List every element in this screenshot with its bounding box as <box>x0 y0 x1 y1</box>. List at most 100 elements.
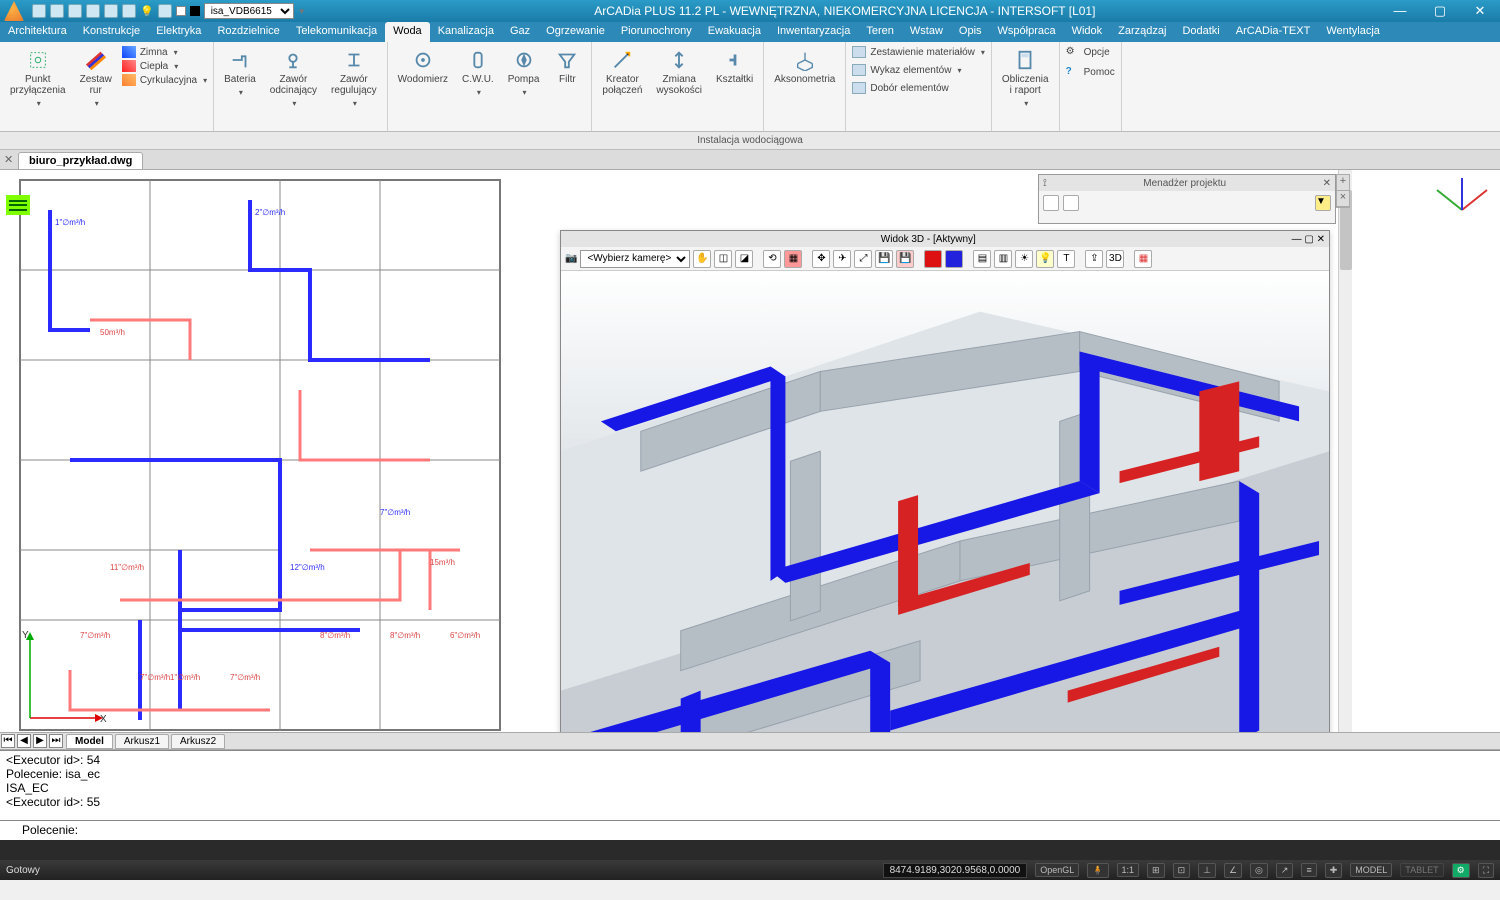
vtb-bulb-icon[interactable]: 💡 <box>1036 250 1054 268</box>
tab-inwentaryzacja[interactable]: Inwentaryzacja <box>769 22 858 42</box>
wodomierz-button[interactable]: Wodomierz <box>394 46 452 100</box>
view3d-max-icon[interactable]: ▢ <box>1304 234 1313 245</box>
pipe-ciepla-button[interactable]: Ciepła▾ <box>122 60 207 72</box>
zawor-regulujacy-button[interactable]: Zawór regulujący▾ <box>327 46 381 111</box>
vtb-text-icon[interactable]: T <box>1057 250 1075 268</box>
zmiana-wysokosci-button[interactable]: Zmiana wysokości <box>652 46 706 98</box>
opcje-button[interactable]: ⚙Opcje <box>1066 46 1115 58</box>
status-grid-icon[interactable]: ⊞ <box>1147 863 1165 878</box>
status-track-icon[interactable]: ↗ <box>1276 863 1294 878</box>
aksonometria-button[interactable]: Aksonometria <box>770 46 839 87</box>
wykaz-elementow-button[interactable]: Wykaz elementów▾ <box>852 64 985 76</box>
status-ortho-icon[interactable]: ⊥ <box>1198 863 1216 878</box>
status-scale[interactable]: 1:1 <box>1117 863 1140 877</box>
tab-teren[interactable]: Teren <box>858 22 902 42</box>
cwu-button[interactable]: C.W.U.▾ <box>458 46 498 100</box>
strip-x-icon[interactable]: × <box>1337 191 1349 207</box>
view-menu-icon[interactable] <box>6 195 30 215</box>
layer-select[interactable]: isa_VDB6615 <box>204 3 294 19</box>
vtb-save-icon[interactable]: 💾 <box>875 250 893 268</box>
maximize-button[interactable]: ▢ <box>1420 0 1460 22</box>
status-polar-icon[interactable]: ∠ <box>1224 863 1242 878</box>
obliczenia-raport-button[interactable]: Obliczenia i raport▾ <box>998 46 1053 111</box>
view3d-min-icon[interactable]: — <box>1292 234 1302 245</box>
zawor-odcinajacy-button[interactable]: Zawór odcinający▾ <box>266 46 321 111</box>
vtb-savecolor-icon[interactable]: 💾 <box>896 250 914 268</box>
qat-print-icon[interactable] <box>86 4 100 18</box>
tab-arcadia-text[interactable]: ArCADia-TEXT <box>1228 22 1319 42</box>
tab-kanalizacja[interactable]: Kanalizacja <box>430 22 502 42</box>
status-model-button[interactable]: MODEL <box>1350 863 1392 877</box>
vtb-pan-icon[interactable]: ✥ <box>812 250 830 268</box>
tab-ogrzewanie[interactable]: Ogrzewanie <box>538 22 613 42</box>
tab-telekomunikacja[interactable]: Telekomunikacja <box>288 22 385 42</box>
status-snap-icon[interactable]: ⊡ <box>1173 863 1191 878</box>
status-opengl[interactable]: OpenGL <box>1035 863 1079 877</box>
kreator-polaczen-button[interactable]: Kreator połączeń <box>598 46 646 98</box>
vtb-sun-icon[interactable]: ☀ <box>1015 250 1033 268</box>
ksztaltki-button[interactable]: Kształtki <box>712 46 757 98</box>
sheet-prev-icon[interactable]: ◀ <box>17 734 31 748</box>
camera-icon[interactable]: 📷 <box>565 253 577 264</box>
document-tab[interactable]: biuro_przykład.dwg <box>18 152 143 169</box>
vtb-orbit-icon[interactable]: ⟲ <box>763 250 781 268</box>
vtb-wall-icon[interactable]: ▦ <box>784 250 802 268</box>
tab-architektura[interactable]: Architektura <box>0 22 75 42</box>
vtb-grid-icon[interactable]: ▦ <box>1134 250 1152 268</box>
tab-gaz[interactable]: Gaz <box>502 22 538 42</box>
sheet-next-icon[interactable]: ▶ <box>33 734 47 748</box>
vtb-layers-icon[interactable]: ▤ <box>973 250 991 268</box>
color-white-icon[interactable] <box>176 6 186 16</box>
status-expand-icon[interactable]: ⛶ <box>1478 863 1494 878</box>
tab-widok[interactable]: Widok <box>1064 22 1111 42</box>
tab-wentylacja[interactable]: Wentylacja <box>1318 22 1388 42</box>
sheet-arkusz1-tab[interactable]: Arkusz1 <box>115 734 169 749</box>
tab-rozdzielnice[interactable]: Rozdzielnice <box>209 22 287 42</box>
vtb-cube-icon[interactable]: ◫ <box>714 250 732 268</box>
tab-zarzadzaj[interactable]: Zarządzaj <box>1110 22 1174 42</box>
vtb-layers2-icon[interactable]: ▥ <box>994 250 1012 268</box>
qat-save-icon[interactable] <box>68 4 82 18</box>
qat-layer-icon[interactable] <box>158 4 172 18</box>
bateria-button[interactable]: Bateria▾ <box>220 46 260 111</box>
sheet-last-icon[interactable]: ⏭ <box>49 734 63 748</box>
close-doc-icon[interactable]: ✕ <box>4 153 13 166</box>
view3d-close-icon[interactable]: ✕ <box>1317 234 1325 245</box>
pm-select-icon[interactable] <box>1063 195 1079 211</box>
vtb-red-icon[interactable] <box>924 250 942 268</box>
qat-dropdown-icon[interactable]: ▼ <box>298 7 306 16</box>
tab-wstaw[interactable]: Wstaw <box>902 22 951 42</box>
status-lwt-icon[interactable]: ≡ <box>1301 863 1316 877</box>
vtb-blue-icon[interactable] <box>945 250 963 268</box>
zestawienie-materialow-button[interactable]: Zestawienie materiałów▾ <box>852 46 985 58</box>
tab-piorunochrony[interactable]: Piorunochrony <box>613 22 700 42</box>
minimize-button[interactable]: — <box>1380 0 1420 22</box>
vtb-3d-icon[interactable]: 3D <box>1106 250 1124 268</box>
view-cube-icon[interactable] <box>1352 170 1492 218</box>
pm-add-icon[interactable] <box>1043 195 1059 211</box>
punkt-przylaczenia-button[interactable]: Punkt przyłączenia▾ <box>6 46 70 111</box>
status-plus-icon[interactable]: ✚ <box>1325 863 1343 878</box>
qat-new-icon[interactable] <box>32 4 46 18</box>
vertical-scrollbar[interactable] <box>1338 170 1352 740</box>
tab-woda[interactable]: Woda <box>385 22 430 42</box>
zestaw-rur-button[interactable]: Zestaw rur▾ <box>76 46 116 111</box>
vtb-export-icon[interactable]: ⇪ <box>1085 250 1103 268</box>
vtb-cube2-icon[interactable]: ◪ <box>735 250 753 268</box>
status-person-icon[interactable]: 🧍 <box>1087 863 1108 878</box>
sheet-model-tab[interactable]: Model <box>66 734 113 749</box>
vtb-fly-icon[interactable]: ✈ <box>833 250 851 268</box>
tab-elektryka[interactable]: Elektryka <box>148 22 209 42</box>
dobor-elementow-button[interactable]: Dobór elementów <box>852 82 985 94</box>
filtr-button[interactable]: Filtr <box>549 46 585 100</box>
tab-ewakuacja[interactable]: Ewakuacja <box>700 22 769 42</box>
pipe-cyrkulacyjna-button[interactable]: Cyrkulacyjna▾ <box>122 74 207 86</box>
status-gear-icon[interactable]: ⚙ <box>1452 863 1470 878</box>
tab-opis[interactable]: Opis <box>951 22 990 42</box>
strip-plus-icon[interactable]: + <box>1337 175 1349 191</box>
vtb-measure-icon[interactable]: ⤢ <box>854 250 872 268</box>
pipe-zimna-button[interactable]: Zimna▾ <box>122 46 207 58</box>
pomoc-button[interactable]: ?Pomoc <box>1066 66 1115 78</box>
panel-close-icon[interactable]: ✕ <box>1323 178 1331 189</box>
command-input[interactable]: Polecenie: <box>0 820 1500 840</box>
